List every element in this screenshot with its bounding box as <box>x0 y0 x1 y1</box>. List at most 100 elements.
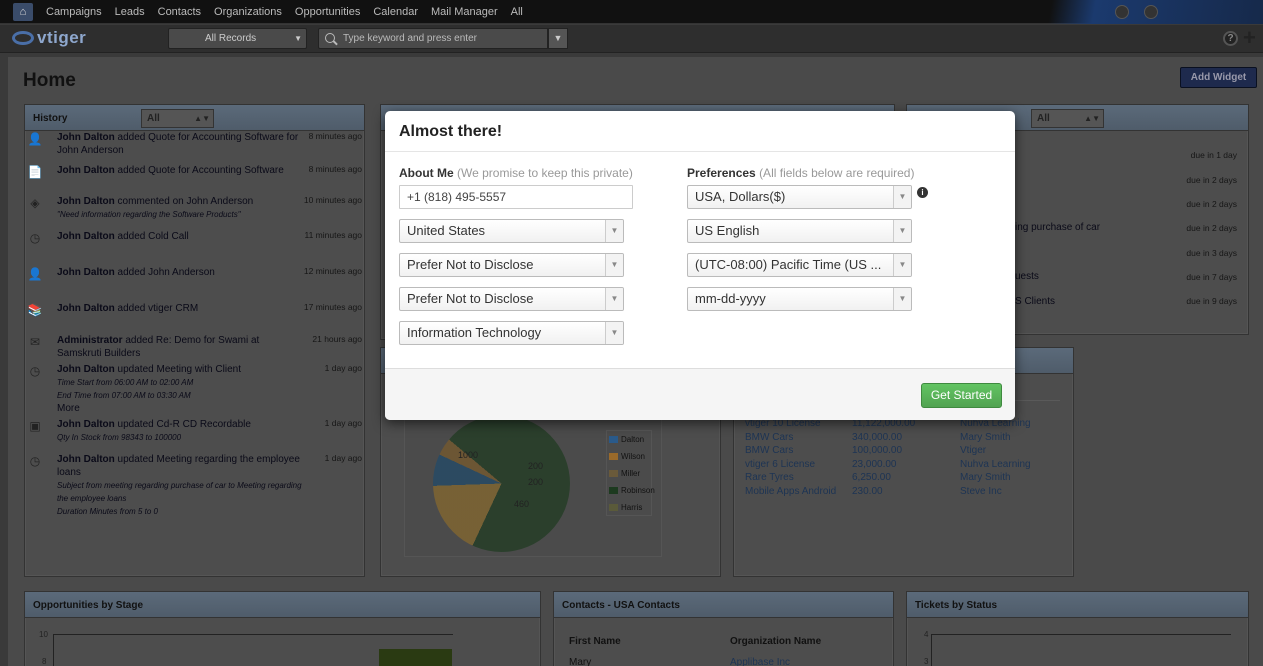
opportunity-org[interactable]: Mary Smith <box>960 471 1011 485</box>
history-item[interactable]: 📚 John Dalton added vtiger CRM 17 minutes … <box>26 302 362 320</box>
pie-label: 200 <box>528 461 544 471</box>
mail-icon: ✉ <box>29 335 41 349</box>
date-format-select[interactable]: mm-dd-yyyy ▼ <box>687 287 912 311</box>
activity-link[interactable]: ing purchase of car <box>1015 222 1100 233</box>
table-row[interactable]: BMW Cars 340,000.00 Mary Smith <box>745 431 1031 445</box>
chart-axis <box>931 634 932 666</box>
history-item[interactable]: ◷ John Dalton updated Meeting regarding t… <box>26 453 362 518</box>
comment-icon: ◈ <box>30 196 40 210</box>
modal-title: Almost there! <box>385 111 1015 152</box>
gender-value: Prefer Not to Disclose <box>407 257 534 272</box>
opportunity-org[interactable]: Steve Inc <box>960 485 1002 499</box>
history-text: John Dalton updated Cd-R CD Recordable Qt… <box>57 419 251 442</box>
quick-create-icon[interactable]: + <box>1243 26 1256 50</box>
widget-title: Contacts - USA Contacts <box>562 600 680 611</box>
timezone-value: (UTC-08:00) Pacific Time (US ... <box>695 257 882 272</box>
top-navigation: ⌂ Campaigns Leads Contacts Organizations… <box>0 0 1263 24</box>
history-header: History All ▲▼ <box>25 105 364 131</box>
search-bar: vtiger All Records ▼ Type keyword and pre… <box>0 25 1263 53</box>
history-item[interactable]: 👤 John Dalton added Quote for Accounting … <box>26 131 362 157</box>
add-widget-button[interactable]: Add Widget <box>1180 67 1257 88</box>
pie-label: 1000 <box>458 450 479 460</box>
search-options-button[interactable]: ▼ <box>548 28 568 49</box>
stage-bar[interactable] <box>379 649 452 666</box>
currency-select[interactable]: USA, Dollars($) ▼ <box>687 185 912 209</box>
menu-leads[interactable]: Leads <box>115 0 154 24</box>
column-header: Organization Name <box>730 636 822 647</box>
legend-item: Wilson <box>607 448 651 465</box>
opportunity-org[interactable]: Mary Smith <box>960 431 1011 445</box>
menu-contacts[interactable]: Contacts <box>158 0 210 24</box>
due-label: due in 2 days <box>1186 223 1237 233</box>
info-icon[interactable]: i <box>917 187 928 198</box>
history-item[interactable]: 👤 John Dalton added John Anderson 12 minut… <box>26 266 362 284</box>
menu-organizations[interactable]: Organizations <box>214 0 291 24</box>
about-me-section: About Me (We promise to keep this privat… <box>399 166 633 355</box>
table-row[interactable]: vtiger 6 License 23,000.00 Nuhva Learning <box>745 458 1031 472</box>
opportunity-name[interactable]: Mobile Apps Android <box>745 485 852 499</box>
records-select-label: All Records <box>205 33 257 44</box>
age-select[interactable]: Prefer Not to Disclose ▼ <box>399 287 624 311</box>
activity-link[interactable]: uests <box>1015 271 1039 282</box>
opportunity-name[interactable]: BMW Cars <box>745 431 852 445</box>
settings-icon[interactable] <box>1144 5 1158 19</box>
search-input[interactable]: Type keyword and press enter <box>318 28 548 49</box>
timezone-select[interactable]: (UTC-08:00) Pacific Time (US ... ▼ <box>687 253 912 277</box>
activity-link[interactable]: S Clients <box>1015 296 1055 307</box>
language-select[interactable]: US English ▼ <box>687 219 912 243</box>
history-item[interactable]: ◈ John Dalton commented on John Anderson "… <box>26 195 362 221</box>
widget-title: Tickets by Status <box>915 600 998 611</box>
pie-chart <box>433 415 570 552</box>
industry-value: Information Technology <box>407 325 542 340</box>
home-icon[interactable]: ⌂ <box>13 3 33 21</box>
menu-calendar[interactable]: Calendar <box>373 0 427 24</box>
country-select[interactable]: United States ▼ <box>399 219 624 243</box>
menu-all[interactable]: All <box>511 0 532 24</box>
opportunity-org[interactable]: Nuhva Learning <box>960 458 1031 472</box>
gender-select[interactable]: Prefer Not to Disclose ▼ <box>399 253 624 277</box>
currency-value: USA, Dollars($) <box>695 189 786 204</box>
chevron-down-icon: ▲▼ <box>1084 114 1100 123</box>
vtiger-logo[interactable]: vtiger <box>12 28 87 47</box>
menu-opportunities[interactable]: Opportunities <box>295 0 369 24</box>
due-label: due in 2 days <box>1186 175 1237 185</box>
get-started-button[interactable]: Get Started <box>921 383 1002 408</box>
records-select[interactable]: All Records ▼ <box>168 28 307 49</box>
table-row[interactable]: BMW Cars 100,000.00 Vtiger <box>745 444 1031 458</box>
history-time: 1 day ago <box>324 363 362 373</box>
history-text: Administrator added Re: Demo for Swami a… <box>57 335 260 359</box>
history-item[interactable]: ◷ John Dalton updated Meeting with Client… <box>26 363 362 415</box>
history-time: 17 minutes ago <box>303 302 362 312</box>
table-row[interactable]: Rare Tyres 6,250.00 Mary Smith <box>745 471 1031 485</box>
history-filter[interactable]: All ▲▼ <box>141 109 214 128</box>
menu-mail-manager[interactable]: Mail Manager <box>431 0 507 24</box>
history-item[interactable]: 📄 John Dalton added Quote for Accounting … <box>26 164 362 182</box>
opportunity-org[interactable]: Vtiger <box>960 444 986 458</box>
brand-text: vtiger <box>37 28 87 47</box>
history-text: John Dalton commented on John Anderson "N… <box>57 196 254 219</box>
history-item[interactable]: ◷ John Dalton added Cold Call 11 minutes a… <box>26 230 362 248</box>
contact-org[interactable]: Applibase Inc <box>730 657 790 666</box>
phone-field[interactable]: +1 (818) 495-5557 <box>399 185 633 209</box>
opportunity-amount: 6,250.00 <box>852 472 891 484</box>
date-format-value: mm-dd-yyyy <box>695 291 766 306</box>
axis-tick: 10 <box>39 630 48 639</box>
pending-filter[interactable]: All ▲▼ <box>1031 109 1104 128</box>
opportunity-name[interactable]: vtiger 6 License <box>745 458 852 472</box>
table-row[interactable]: Mobile Apps Android 230.00 Steve Inc <box>745 485 1031 499</box>
notification-icon[interactable] <box>1115 5 1129 19</box>
menu-campaigns[interactable]: Campaigns <box>46 0 111 24</box>
opportunity-name[interactable]: Rare Tyres <box>745 471 852 485</box>
more-link[interactable]: More <box>57 403 80 414</box>
column-header: First Name <box>569 636 621 647</box>
contact-name[interactable]: Mary <box>569 657 591 666</box>
history-item[interactable]: ✉ Administrator added Re: Demo for Swami … <box>26 334 362 360</box>
history-item[interactable]: ▣ John Dalton updated Cd-R CD Recordable Q… <box>26 418 362 444</box>
legend-item: Miller <box>607 465 651 482</box>
pie-label: 200 <box>528 477 544 487</box>
industry-select[interactable]: Information Technology ▼ <box>399 321 624 345</box>
history-time: 10 minutes ago <box>303 195 362 205</box>
opportunity-name[interactable]: BMW Cars <box>745 444 852 458</box>
help-icon[interactable]: ? <box>1223 31 1238 46</box>
widget-title: Opportunities by Stage <box>33 600 144 611</box>
